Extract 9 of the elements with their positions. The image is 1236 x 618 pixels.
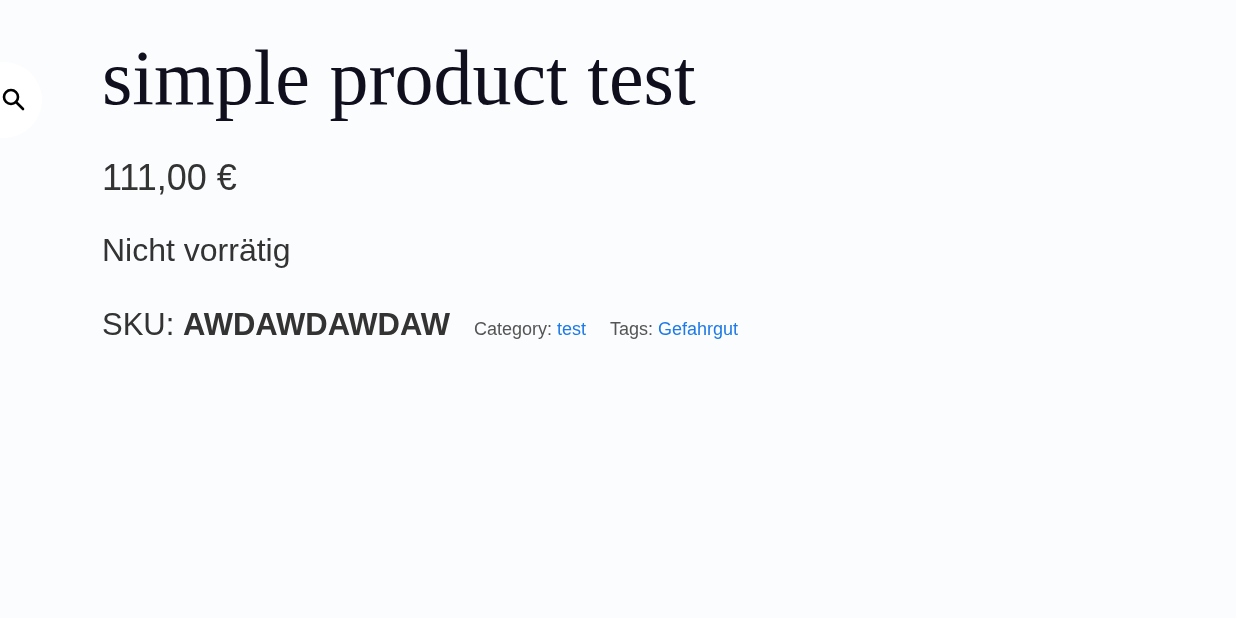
meta-link[interactable]: Gefahrgut bbox=[658, 316, 739, 343]
meta-link[interactable]: test bbox=[556, 316, 586, 343]
meta-label: Category: bbox=[473, 318, 552, 341]
sku-text: SKU: AWDAWDAWDAW bbox=[102, 306, 450, 344]
price: 111,00 € bbox=[102, 156, 237, 200]
product-title: simple product test bbox=[102, 33, 696, 123]
meta-label: Tags: bbox=[609, 318, 653, 341]
stock-status: Nicht vorrätig bbox=[102, 231, 291, 270]
search-icon bbox=[2, 88, 26, 112]
